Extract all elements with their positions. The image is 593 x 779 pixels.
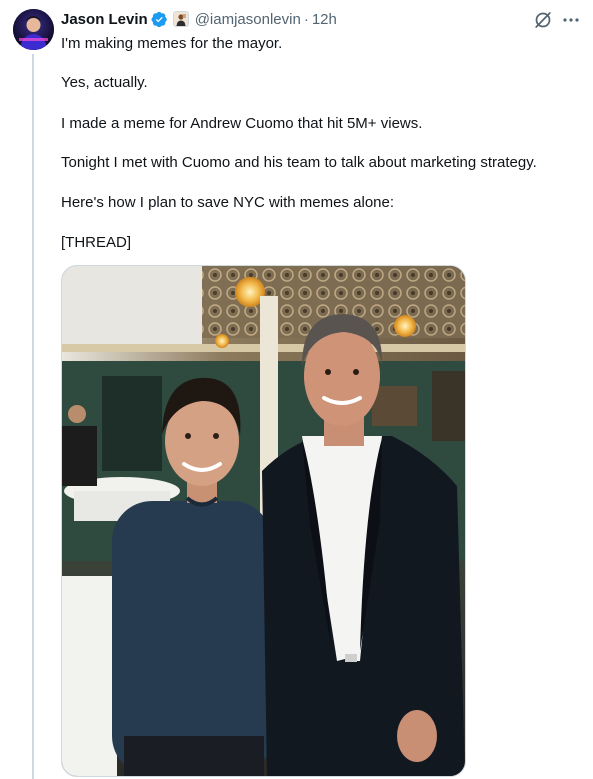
tweet-timestamp[interactable]: 12h [312,11,337,28]
grok-icon[interactable] [533,10,553,30]
tweet-text-line: [THREAD] [61,234,132,251]
tweet-text-line: Tonight I met with Cuomo and his team to… [61,154,537,171]
author-handle[interactable]: @iamjasonlevin [195,11,301,28]
avatar[interactable] [13,9,54,50]
tweet-header: Jason Levin @iamjasonlevin · 12h [61,8,337,30]
header-separator: · [303,10,309,28]
thread-connector-line [32,54,34,779]
tweet-photo[interactable] [61,265,466,777]
more-options-icon[interactable] [561,10,581,30]
affiliate-badge-icon[interactable] [172,11,189,27]
tweet-text-line: Here's how I plan to save NYC with memes… [61,194,395,211]
tweet-text-line: I made a meme for Andrew Cuomo that hit … [61,115,423,132]
author-name[interactable]: Jason Levin [61,11,148,28]
tweet-text-line: Yes, actually. [61,74,148,91]
tweet[interactable]: Jason Levin @iamjasonlevin · 12h I'm mak… [0,0,593,779]
tweet-text-line: I'm making memes for the mayor. [61,35,283,52]
verified-badge-icon[interactable] [151,11,168,28]
